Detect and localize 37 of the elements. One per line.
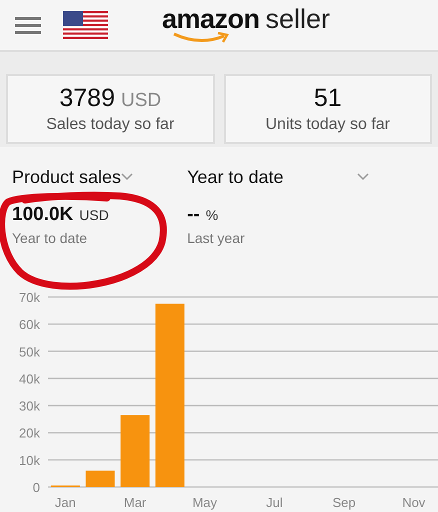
metric-value: -- — [187, 204, 200, 226]
menu-icon[interactable] — [15, 16, 41, 34]
metric-label: Last year — [187, 230, 246, 246]
logo-brand: amazon — [162, 4, 260, 35]
y-axis-label: 10k — [19, 452, 40, 468]
y-axis-label: 50k — [19, 344, 40, 360]
smile-icon — [172, 32, 230, 44]
metric-unit: USD — [79, 207, 109, 223]
x-axis-label: Jan — [54, 495, 76, 510]
x-axis-label: Mar — [124, 495, 146, 510]
summary-card[interactable]: 3789 USD Sales today so far — [6, 74, 214, 144]
card-label: Units today so far — [266, 116, 390, 134]
x-axis-label: Sep — [332, 495, 356, 510]
metric-label: Year to date — [12, 230, 88, 246]
y-axis-label: 0 — [32, 480, 40, 495]
y-axis-label: 40k — [19, 371, 40, 386]
card-value: 51 — [314, 84, 342, 113]
y-axis-label: 60k — [19, 317, 40, 332]
y-axis-label: 70k — [19, 290, 40, 305]
x-axis-label: Nov — [402, 495, 426, 510]
chart-bar — [120, 415, 150, 487]
metric-value: 100.0K — [12, 204, 74, 226]
y-axis-label: 20k — [19, 426, 40, 441]
logo-suffix: seller — [266, 4, 330, 35]
chart-bar — [86, 470, 115, 487]
card-value: 3789 — [59, 84, 115, 113]
summary-card[interactable]: 51 Units today so far — [224, 74, 432, 144]
x-axis-label: May — [192, 495, 218, 510]
flag-icon[interactable] — [63, 11, 108, 39]
x-axis-label: Jul — [266, 495, 283, 510]
y-axis-label: 30k — [19, 398, 40, 414]
chevron-icon — [121, 173, 134, 181]
card-unit: USD — [121, 90, 162, 112]
metric-dropdown[interactable]: Year to date — [187, 164, 370, 190]
card-label: Sales today so far — [46, 116, 174, 134]
metric-unit: % — [206, 207, 218, 223]
metric-dropdown[interactable]: Product sales — [12, 164, 134, 190]
